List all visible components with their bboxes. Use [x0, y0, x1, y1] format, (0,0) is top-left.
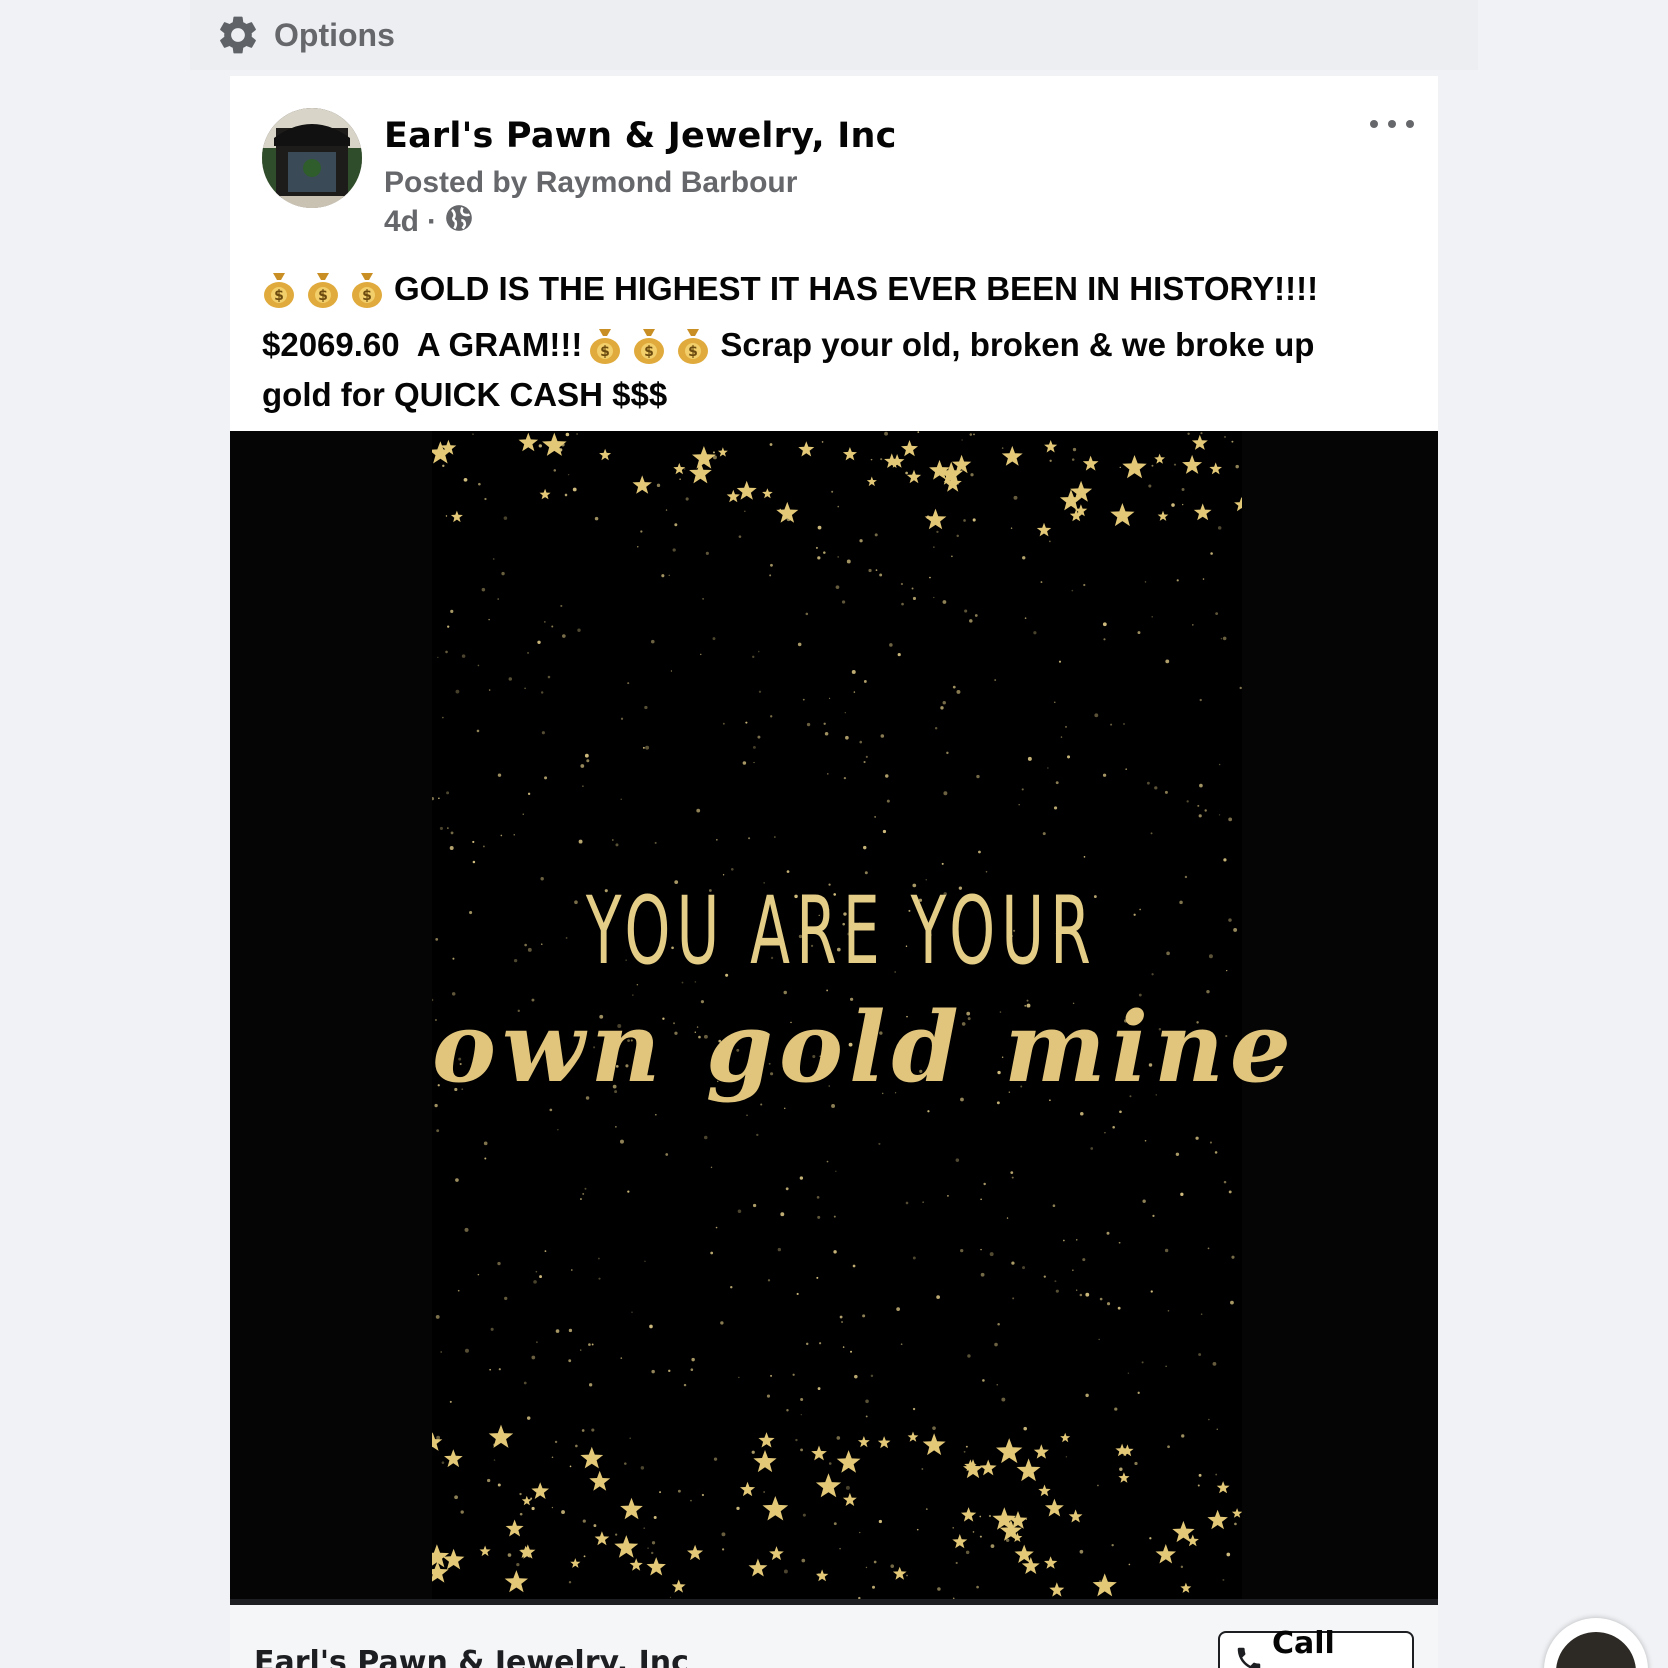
options-label: Options	[274, 16, 395, 53]
money-bag-icon: $	[588, 325, 622, 365]
poster-headline-bottom: own gold mine	[432, 991, 1297, 1104]
floating-page-avatar[interactable]	[1544, 1618, 1648, 1668]
post-text-2a: $2069.60 A GRAM!!!	[262, 326, 583, 363]
money-bag-icon: $	[676, 325, 710, 365]
svg-text:$: $	[318, 288, 328, 304]
page-name[interactable]: Earl's Pawn & Jewelry, Inc	[384, 116, 897, 156]
more-options-icon[interactable]	[1370, 112, 1414, 136]
cta-page-name[interactable]: Earl's Pawn & Jewelry, Inc	[254, 1645, 689, 1668]
meta-separator: ·	[427, 205, 438, 238]
svg-text:$: $	[644, 344, 654, 360]
post-text: $ $ $ GOLD IS THE HIGHEST IT HAS EVER BE…	[262, 264, 1412, 420]
cta-bar: Earl's Pawn & Jewelry, Inc Call now	[230, 1605, 1438, 1668]
post-text-line-3: gold for QUICK CASH $$$	[262, 370, 1412, 420]
post-text-2b: Scrap your old, broken & we broke up	[720, 326, 1315, 363]
posted-by[interactable]: Posted by Raymond Barbour	[384, 166, 797, 200]
post-time[interactable]: 4d	[384, 205, 419, 239]
screen: Options Earl's Pawn & Jewelry, Inc Poste…	[0, 0, 1668, 1668]
money-bag-icon: $	[632, 325, 666, 365]
phone-icon	[1234, 1644, 1264, 1668]
post-meta: 4d ·	[384, 204, 473, 240]
page-avatar[interactable]	[262, 108, 362, 208]
money-bag-icon: $	[262, 269, 296, 309]
floating-avatar-image	[1556, 1632, 1636, 1668]
options-bar[interactable]: Options	[190, 0, 1478, 70]
post-header: Earl's Pawn & Jewelry, Inc Posted by Ray…	[230, 76, 1438, 252]
svg-text:$: $	[362, 288, 372, 304]
post-card: Earl's Pawn & Jewelry, Inc Posted by Ray…	[230, 76, 1438, 1668]
svg-text:$: $	[274, 288, 284, 304]
post-image[interactable]: YOU ARE YOUR own gold mine	[230, 431, 1438, 1599]
globe-icon	[445, 204, 473, 240]
post-text-line-1: $ $ $ GOLD IS THE HIGHEST IT HAS EVER BE…	[262, 264, 1412, 314]
call-now-label: Call now	[1272, 1626, 1342, 1668]
svg-text:$: $	[688, 344, 698, 360]
poster-headline-top: YOU ARE YOUR	[585, 877, 1097, 986]
money-bag-icon: $	[350, 269, 384, 309]
post-text-1: GOLD IS THE HIGHEST IT HAS EVER BEEN IN …	[394, 270, 1319, 307]
svg-text:$: $	[600, 344, 610, 360]
call-now-button[interactable]: Call now	[1218, 1626, 1414, 1668]
post-text-3: gold for QUICK CASH $$$	[262, 376, 668, 413]
gear-icon	[214, 11, 262, 59]
post-text-line-2: $2069.60 A GRAM!!! $ $ $ Scrap your old,…	[262, 320, 1412, 370]
money-bag-icon: $	[306, 269, 340, 309]
gold-mine-poster: YOU ARE YOUR own gold mine	[432, 431, 1297, 1599]
